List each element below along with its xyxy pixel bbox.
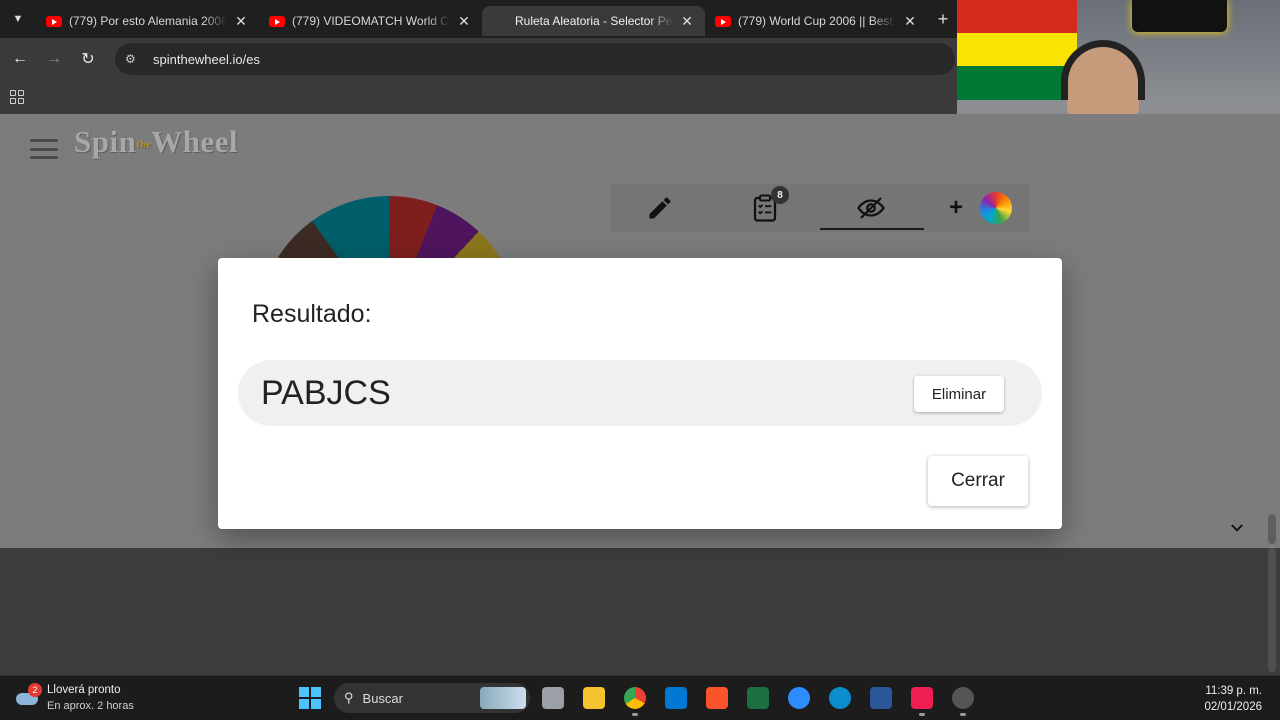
zoom-icon[interactable]: [781, 680, 817, 716]
page-scrollbar[interactable]: [1268, 514, 1276, 544]
new-tab-plus-icon[interactable]: +: [928, 9, 958, 30]
search-placeholder: Buscar: [362, 690, 403, 706]
chrome-icon[interactable]: [617, 680, 653, 716]
browser-tab-1[interactable]: (779) Por esto Alemania 2006 fue ✕: [36, 6, 259, 36]
taskbar-apps: ⚲ Buscar: [292, 680, 981, 716]
windows-start-icon[interactable]: [292, 680, 328, 716]
browser-tab-3-active[interactable]: Ruleta Aleatoria - Selector Personalizad…: [482, 6, 766, 111]
back-arrow-icon[interactable]: ←: [3, 42, 37, 76]
taskbar-search[interactable]: ⚲ Buscar: [334, 683, 530, 713]
file-explorer-icon[interactable]: [535, 680, 571, 716]
weather-title: Lloverá pronto: [47, 684, 121, 696]
brave-icon[interactable]: [699, 680, 735, 716]
flag-image: [957, 0, 1077, 100]
result-value: PABJCS: [261, 374, 391, 412]
forward-arrow-icon[interactable]: →: [37, 42, 71, 76]
tab-search-chevron-icon[interactable]: ▼: [0, 0, 36, 38]
system-clock[interactable]: 11:39 p. m. 02/01/2026: [1204, 683, 1262, 715]
edge-icon[interactable]: [822, 680, 858, 716]
search-icon: ⚲: [344, 690, 354, 705]
rain-cloud-icon: 2: [14, 683, 42, 711]
page-scrollbar-track[interactable]: [1268, 548, 1276, 672]
color-palette-icon[interactable]: [978, 190, 1014, 226]
search-highlight-image: [480, 687, 526, 709]
site-settings-icon[interactable]: ⚙: [125, 52, 143, 66]
tab-close-icon[interactable]: ✕: [679, 13, 695, 30]
address-bar[interactable]: ⚙ spinthewheel.io/es: [115, 43, 955, 75]
tab-title: (779) Por esto Alemania 2006 fue: [69, 14, 227, 28]
wheel-toolbar: 8 +: [610, 184, 1030, 232]
reload-icon[interactable]: ↻: [71, 42, 105, 76]
site-logo[interactable]: SpintheWheel: [74, 124, 238, 160]
tab-title: Ruleta Aleatoria - Selector Personalizad…: [515, 14, 673, 28]
bookmarks-bar: [0, 80, 960, 114]
folder-icon[interactable]: [576, 680, 612, 716]
tab-title: (779) World Cup 2006 || Best Moments: [738, 14, 896, 28]
weather-subtitle: En aprox. 2 horas: [47, 700, 134, 712]
youtube-icon: [46, 15, 62, 27]
windows-taskbar: 2 Lloverá pronto En aprox. 2 horas ⚲ Bus…: [0, 675, 1280, 720]
browser-tab-2[interactable]: (779) VIDEOMATCH World Cup ✕: [259, 6, 482, 36]
notification-badge: 2: [28, 683, 42, 697]
tab-close-icon[interactable]: ✕: [233, 13, 249, 30]
tiktok-icon[interactable]: [904, 680, 940, 716]
add-plus-icon[interactable]: +: [938, 190, 974, 226]
tab-title: (779) VIDEOMATCH World Cup: [292, 14, 450, 28]
store-icon[interactable]: [658, 680, 694, 716]
neon-sign-image: [1132, 0, 1227, 32]
dialog-title: Resultado:: [252, 300, 372, 328]
tab-close-icon[interactable]: ✕: [902, 13, 918, 30]
list-count-badge: 8: [771, 186, 789, 204]
browser-toolbar: ← → ↻ ⚙ spinthewheel.io/es: [0, 38, 960, 80]
apps-grid-icon[interactable]: [10, 90, 24, 104]
obs-icon[interactable]: [945, 680, 981, 716]
result-dialog: Resultado: PABJCS Eliminar Cerrar: [218, 258, 1062, 529]
hamburger-menu-icon[interactable]: [30, 139, 58, 159]
page-lower-area: [0, 548, 1280, 675]
clock-date: 02/01/2026: [1204, 701, 1262, 713]
address-url: spinthewheel.io/es: [153, 51, 260, 67]
browser-tab-4[interactable]: (779) World Cup 2006 || Best Moments ✕: [705, 6, 928, 36]
weather-widget[interactable]: 2 Lloverá pronto En aprox. 2 horas: [14, 682, 134, 714]
pencil-icon[interactable]: [642, 190, 678, 226]
eye-off-icon[interactable]: [853, 190, 889, 226]
clipboard-list-icon[interactable]: 8: [747, 186, 789, 226]
chevron-down-icon[interactable]: [1228, 519, 1246, 537]
close-button[interactable]: Cerrar: [928, 456, 1028, 506]
clock-time: 11:39 p. m.: [1205, 685, 1262, 697]
result-row: PABJCS Eliminar: [238, 360, 1042, 426]
active-tab-indicator: [820, 228, 924, 230]
excel-icon[interactable]: [740, 680, 776, 716]
youtube-icon: [715, 15, 731, 27]
youtube-icon: [269, 15, 285, 27]
tab-close-icon[interactable]: ✕: [456, 13, 472, 30]
word-icon[interactable]: [863, 680, 899, 716]
remove-button[interactable]: Eliminar: [914, 376, 1004, 412]
